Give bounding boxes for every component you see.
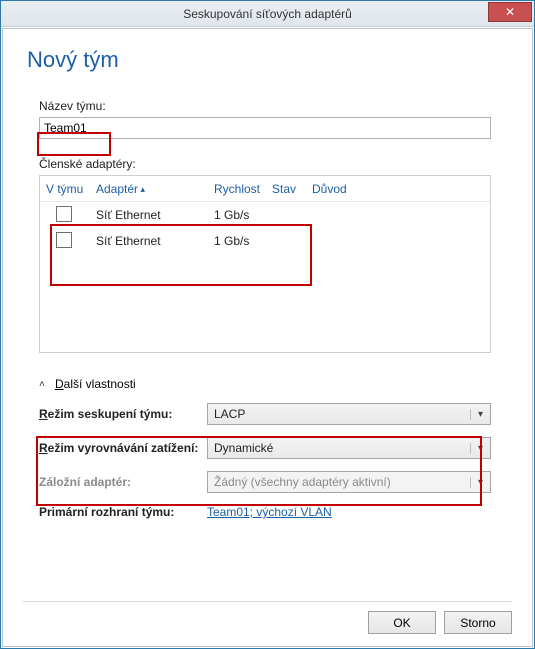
- chevron-down-icon: ▾: [470, 443, 486, 454]
- teaming-mode-value: LACP: [214, 407, 245, 421]
- cell-adapter: Síť Ethernet: [96, 234, 214, 248]
- col-in-team[interactable]: V týmu: [46, 182, 96, 196]
- page-title: Nový tým: [27, 47, 510, 73]
- balancing-mode-label: Režim vyrovnávání zatížení:: [39, 441, 207, 455]
- ok-button[interactable]: OK: [368, 611, 436, 634]
- close-icon: ✕: [505, 6, 515, 18]
- cell-speed: 1 Gb/s: [214, 208, 272, 222]
- table-row[interactable]: Síť Ethernet 1 Gb/s: [40, 228, 490, 254]
- primary-interface-label: Primární rozhraní týmu:: [39, 505, 207, 519]
- members-label: Členské adaptéry:: [39, 157, 510, 171]
- chevron-down-icon: ▾: [470, 409, 486, 420]
- balancing-mode-row: Režim vyrovnávání zatížení: Dynamické ▾: [39, 429, 491, 467]
- teaming-mode-select[interactable]: LACP ▾: [207, 403, 491, 425]
- chevron-up-icon: ˄: [39, 379, 49, 390]
- team-name-label: Název týmu:: [39, 99, 510, 113]
- client-area: Nový tým Název týmu: Členské adaptéry: V…: [2, 28, 533, 647]
- titlebar: Seskupování síťových adaptérů ✕: [1, 1, 534, 27]
- teaming-mode-row: Režim seskupení týmu: LACP ▾: [39, 399, 491, 429]
- cancel-button[interactable]: Storno: [444, 611, 512, 634]
- team-name-input[interactable]: [39, 117, 491, 139]
- teaming-mode-label: Režim seskupení týmu:: [39, 407, 207, 421]
- chevron-down-icon: ▾: [470, 477, 486, 488]
- table-header-row: V týmu Adaptér Rychlost Stav Důvod: [40, 176, 490, 202]
- col-adapter[interactable]: Adaptér: [96, 182, 214, 196]
- close-button[interactable]: ✕: [488, 2, 532, 22]
- cell-in-team: [46, 206, 96, 225]
- primary-interface-row: Primární rozhraní týmu: Team01; výchozí …: [39, 497, 491, 527]
- cell-speed: 1 Gb/s: [214, 234, 272, 248]
- col-speed[interactable]: Rychlost: [214, 182, 272, 196]
- more-properties-label: Další vlastnosti: [55, 377, 136, 391]
- standby-adapter-row: Záložní adaptér: Žádný (všechny adaptéry…: [39, 467, 491, 497]
- row-checkbox[interactable]: [56, 206, 72, 222]
- col-reason[interactable]: Důvod: [312, 182, 484, 196]
- properties-panel: Režim seskupení týmu: LACP ▾ Režim vyrov…: [39, 399, 491, 527]
- cell-in-team: [46, 232, 96, 251]
- row-checkbox[interactable]: [56, 232, 72, 248]
- balancing-mode-select[interactable]: Dynamické ▾: [207, 437, 491, 459]
- adapters-table: V týmu Adaptér Rychlost Stav Důvod Síť E…: [39, 175, 491, 353]
- standby-adapter-value: Žádný (všechny adaptéry aktivní): [214, 475, 391, 489]
- window-title: Seskupování síťových adaptérů: [1, 7, 534, 21]
- cell-adapter: Síť Ethernet: [96, 208, 214, 222]
- table-row[interactable]: Síť Ethernet 1 Gb/s: [40, 202, 490, 228]
- button-bar: OK Storno: [368, 611, 512, 634]
- primary-interface-link[interactable]: Team01; výchozí VLAN: [207, 505, 332, 519]
- more-properties-toggle[interactable]: ˄ Další vlastnosti: [39, 377, 510, 391]
- col-state[interactable]: Stav: [272, 182, 312, 196]
- dialog-window: Seskupování síťových adaptérů ✕ Nový tým…: [0, 0, 535, 649]
- balancing-mode-value: Dynamické: [214, 441, 273, 455]
- standby-adapter-select: Žádný (všechny adaptéry aktivní) ▾: [207, 471, 491, 493]
- divider: [23, 601, 512, 602]
- standby-adapter-label: Záložní adaptér:: [39, 475, 207, 489]
